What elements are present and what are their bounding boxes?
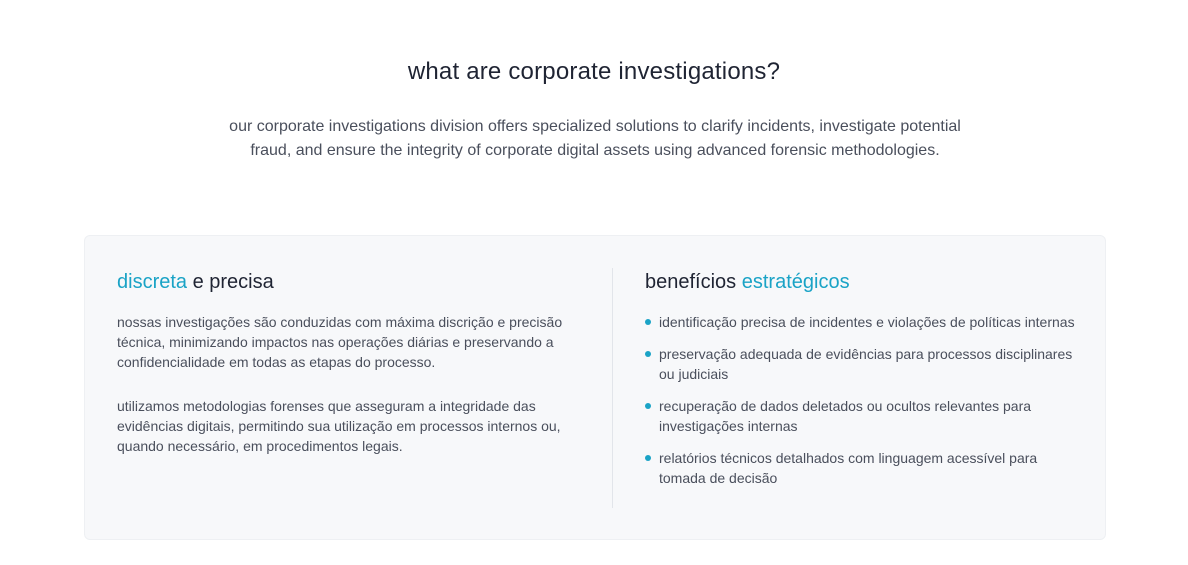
list-item: recuperação de dados deletados ou oculto… xyxy=(645,396,1085,436)
page: what are corporate investigations? our c… xyxy=(0,0,1188,565)
page-title: what are corporate investigations? xyxy=(407,58,781,85)
benefits-list: identificação precisa de incidentes e vi… xyxy=(645,312,1085,488)
discretion-column: discreta e precisa nossas investigações … xyxy=(117,270,587,456)
benefits-title-accent: estratégicos xyxy=(741,271,850,293)
methodology-paragraph: utilizamos metodologias forenses que ass… xyxy=(117,398,561,454)
discretion-title: discreta e precisa xyxy=(117,270,587,294)
bullet-dot-icon xyxy=(645,455,651,461)
discretion-paragraph: nossas investigações são conduzidas com … xyxy=(117,314,563,370)
column-divider xyxy=(612,268,613,508)
list-item: identificação precisa de incidentes e vi… xyxy=(645,312,1085,332)
intro-text: our corporate investigations division of… xyxy=(229,118,961,159)
discretion-title-rest: e precisa xyxy=(187,271,274,293)
list-item: relatórios técnicos detalhados com lingu… xyxy=(645,448,1085,488)
benefit-text: preservação adequada de evidências para … xyxy=(659,346,1073,382)
benefit-text: recuperação de dados deletados ou oculto… xyxy=(659,398,1032,434)
bullet-dot-icon xyxy=(645,351,651,357)
bullet-dot-icon xyxy=(645,403,651,409)
list-item: preservação adequada de evidências para … xyxy=(645,344,1085,384)
bullet-dot-icon xyxy=(645,319,651,325)
benefit-text: relatórios técnicos detalhados com lingu… xyxy=(659,450,1038,486)
benefit-text: identificação precisa de incidentes e vi… xyxy=(659,314,1075,330)
benefits-column: benefícios estratégicos identificação pr… xyxy=(645,270,1085,500)
discretion-title-accent: discreta xyxy=(117,271,188,293)
benefits-title: benefícios estratégicos xyxy=(645,270,1085,294)
benefits-title-rest: benefícios xyxy=(645,271,742,293)
info-card: discreta e precisa nossas investigações … xyxy=(84,235,1106,540)
